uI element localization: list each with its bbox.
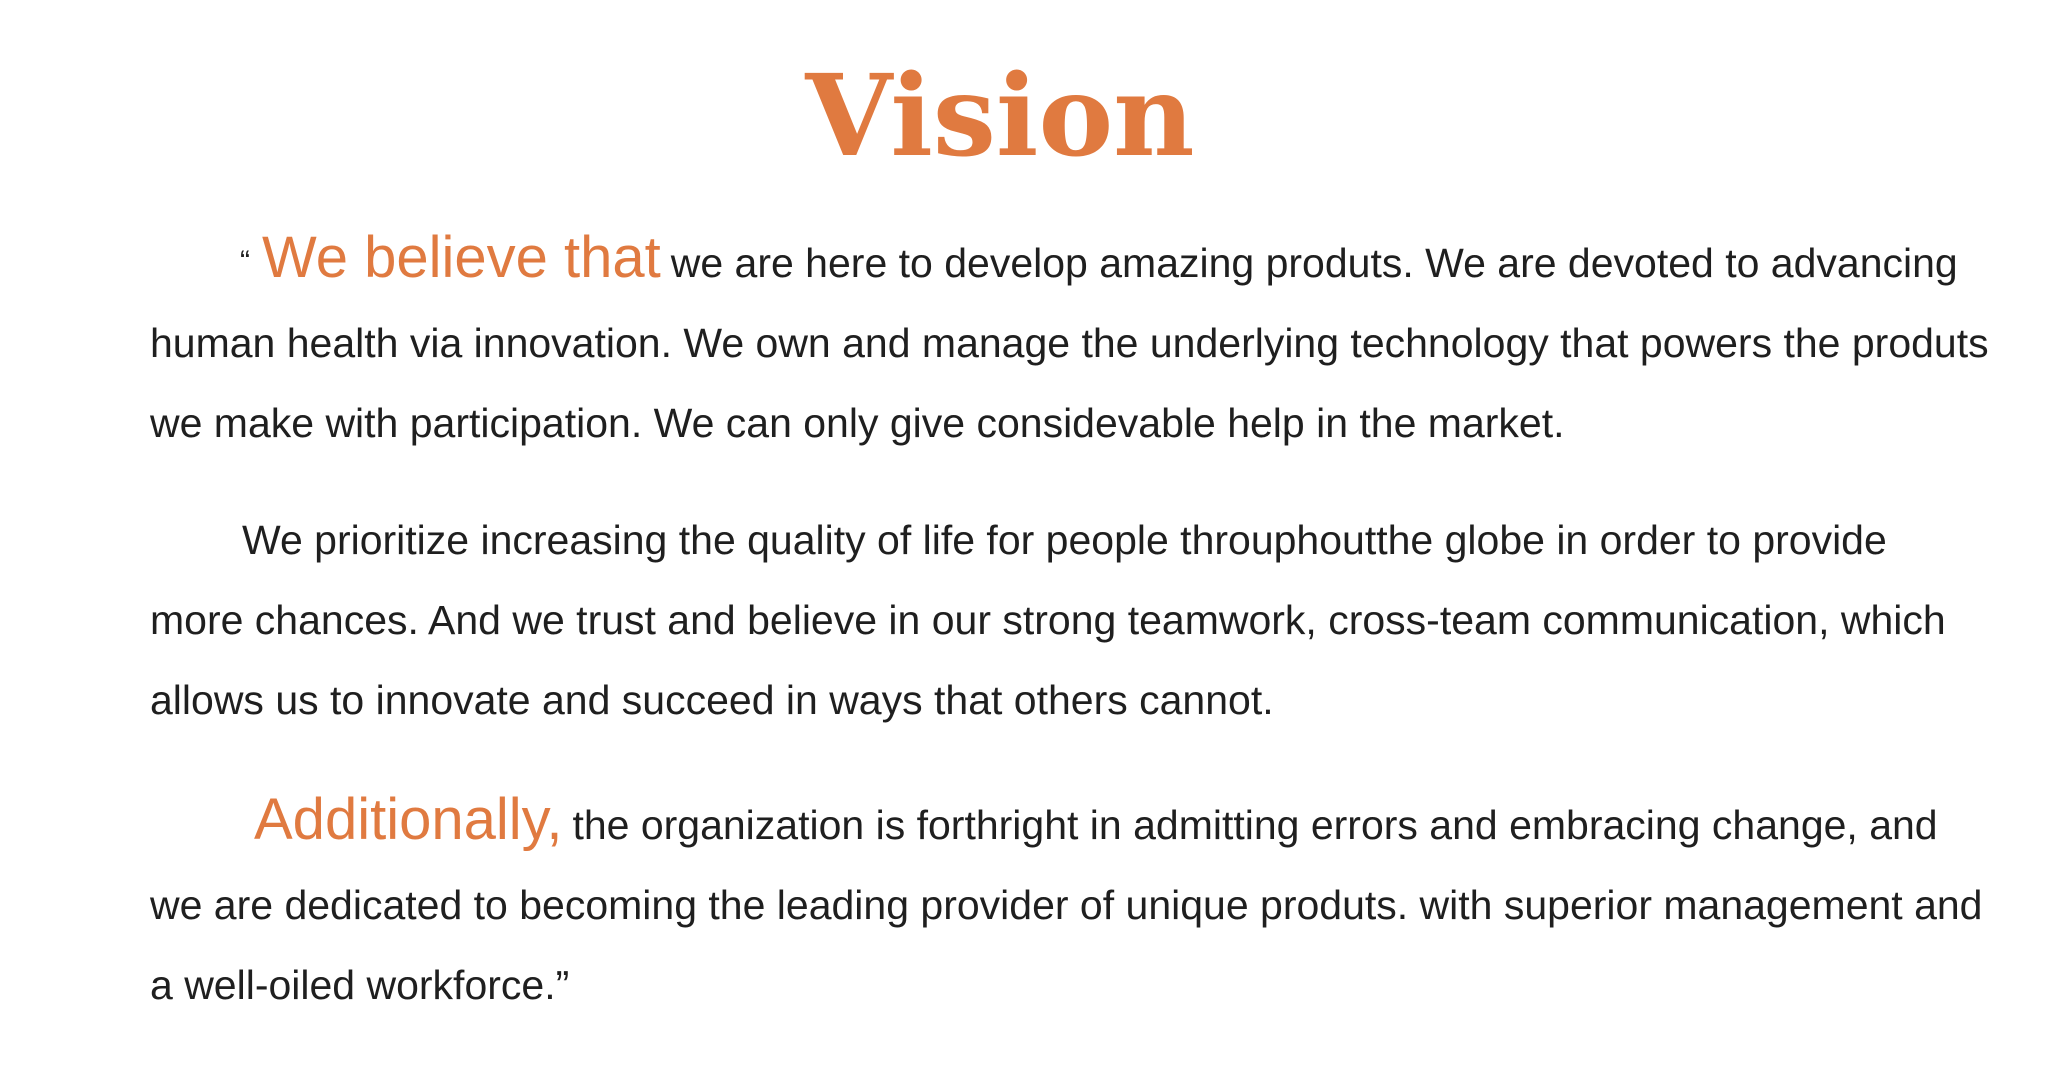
paragraph-3-lead: Additionally,: [254, 787, 563, 852]
paragraph-1-lead: We believe that: [262, 225, 661, 290]
opening-quote-mark: “: [240, 245, 250, 278]
vision-paragraph-2: We prioritize increasing the quality of …: [150, 500, 1990, 740]
vision-paragraph-3: Additionally, the organization is forthri…: [150, 780, 1990, 1025]
vision-page: Vision “We believe that we are here to de…: [0, 0, 2048, 1084]
page-title: Vision: [805, 51, 1195, 182]
paragraph-2-text: We prioritize increasing the quality of …: [150, 517, 1946, 723]
vision-paragraph-1: “We believe that we are here to develop a…: [150, 218, 1990, 463]
